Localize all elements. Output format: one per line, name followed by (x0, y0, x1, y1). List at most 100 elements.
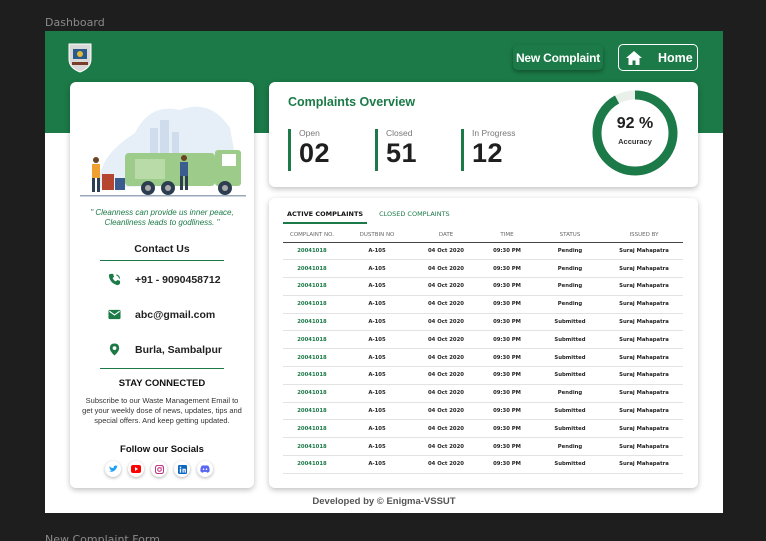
time-cell: 09:30 PM (479, 366, 535, 385)
phone-number: +91 - 9090458712 (135, 273, 221, 286)
complaint-no-cell[interactable]: 20041018 (283, 348, 341, 368)
time-cell: 09:30 PM (479, 402, 535, 421)
table-row[interactable]: 20041018 A-105 04 Oct 2020 09:30 PM Submitte… (283, 402, 683, 421)
email-address: abc@gmail.com (135, 308, 216, 321)
cleanliness-quote: " Cleanness can provide us inner peace, … (90, 208, 234, 227)
dashboard-artboard: New Complaint Home " Cleanness can provi… (45, 31, 723, 513)
tab-active-complaints[interactable]: ACTIVE COMPLAINTS (283, 208, 368, 224)
info-card: " Cleanness can provide us inner peace, … (70, 82, 254, 488)
email-row[interactable]: abc@gmail.com (108, 308, 215, 321)
frame-label-new-complaint-form: New Complaint Form (45, 533, 160, 541)
time-cell: 09:30 PM (479, 330, 535, 350)
closed-count: 51 (386, 138, 418, 168)
complaint-no-cell[interactable]: 20041018 (283, 313, 341, 332)
complaint-no-cell[interactable]: 20041018 (283, 277, 341, 296)
complaint-no-cell[interactable]: 20041018 (283, 402, 341, 421)
dustbin-no-cell: A-105 (341, 366, 413, 385)
table-row[interactable]: 20041018 A-105 04 Oct 2020 09:30 PM Pending S… (283, 259, 683, 279)
in-progress-label: In Progress (472, 128, 516, 138)
issued-by-cell: Suraj Mahapatra (605, 313, 683, 332)
issued-by-cell: Suraj Mahapatra (605, 348, 683, 368)
location-row[interactable]: Burla, Sambalpur (108, 343, 222, 356)
tab-closed-complaints[interactable]: CLOSED COMPLAINTS (375, 208, 454, 224)
complaint-no-cell[interactable]: 20041018 (283, 366, 341, 385)
issued-by-cell: Suraj Mahapatra (605, 384, 683, 403)
complaint-no-cell[interactable]: 20041018 (283, 259, 341, 279)
phone-row[interactable]: +91 - 9090458712 (108, 273, 221, 286)
dustbin-no-cell: A-105 (341, 402, 413, 421)
table-row[interactable]: 20041018 A-105 04 Oct 2020 09:30 PM Submitte… (283, 366, 683, 385)
table-row[interactable]: 20041018 A-105 04 Oct 2020 09:30 PM Submitte… (283, 419, 683, 439)
table-row[interactable]: 20041018 A-105 04 Oct 2020 09:30 PM Pending S… (283, 295, 683, 314)
complaint-no-cell[interactable]: 20041018 (283, 242, 341, 261)
time-cell: 09:30 PM (479, 295, 535, 314)
table-row[interactable]: 20041018 A-105 04 Oct 2020 09:30 PM Submitte… (283, 455, 683, 474)
table-row[interactable]: 20041018 A-105 04 Oct 2020 09:30 PM Submitte… (283, 313, 683, 332)
dustbin-no-cell: A-105 (341, 313, 413, 332)
time-cell: 09:30 PM (479, 419, 535, 439)
dustbin-no-cell: A-105 (341, 455, 413, 474)
column-header[interactable]: STATUS (535, 228, 605, 243)
status-cell: Pending (535, 242, 605, 261)
location-text: Burla, Sambalpur (135, 343, 222, 356)
issued-by-cell: Suraj Mahapatra (605, 437, 683, 457)
date-cell: 04 Oct 2020 (413, 384, 479, 403)
location-pin-icon (109, 343, 120, 356)
youtube-icon[interactable] (128, 461, 144, 477)
complaint-no-cell[interactable]: 20041018 (283, 384, 341, 403)
time-cell: 09:30 PM (479, 348, 535, 368)
subscribe-text: Subscribe to our Waste Management Email … (82, 396, 242, 425)
garbage-truck-illustration (80, 106, 246, 197)
table-row[interactable]: 20041018 A-105 04 Oct 2020 09:30 PM Pending S… (283, 242, 683, 261)
date-cell: 04 Oct 2020 (413, 242, 479, 261)
date-cell: 04 Oct 2020 (413, 455, 479, 474)
divider (100, 368, 224, 369)
column-header[interactable]: TIME (479, 228, 535, 243)
status-cell: Pending (535, 277, 605, 296)
university-logo-icon[interactable] (65, 41, 95, 73)
issued-by-cell: Suraj Mahapatra (605, 259, 683, 279)
open-label: Open (299, 128, 320, 138)
status-cell: Submitted (535, 366, 605, 385)
new-complaint-button[interactable]: New Complaint (513, 45, 603, 70)
complaint-no-cell[interactable]: 20041018 (283, 455, 341, 474)
overview-title: Complaints Overview (288, 95, 416, 109)
time-cell: 09:30 PM (479, 437, 535, 457)
table-row[interactable]: 20041018 A-105 04 Oct 2020 09:30 PM Pending S… (283, 277, 683, 296)
table-row[interactable]: 20041018 A-105 04 Oct 2020 09:30 PM Pending S… (283, 384, 683, 403)
accuracy-gauge-arc (592, 90, 678, 176)
status-cell: Submitted (535, 348, 605, 368)
accuracy-gauge (592, 90, 678, 176)
status-cell: Submitted (535, 419, 605, 439)
time-cell: 09:30 PM (479, 455, 535, 474)
discord-icon[interactable] (197, 461, 213, 477)
open-stat: Open 02 (288, 128, 330, 171)
dustbin-no-cell: A-105 (341, 242, 413, 261)
time-cell: 09:30 PM (479, 313, 535, 332)
date-cell: 04 Oct 2020 (413, 313, 479, 332)
date-cell: 04 Oct 2020 (413, 348, 479, 368)
complaint-no-cell[interactable]: 20041018 (283, 330, 341, 350)
home-button[interactable]: Home (618, 44, 698, 71)
complaint-no-cell[interactable]: 20041018 (283, 419, 341, 439)
complaint-no-cell[interactable]: 20041018 (283, 295, 341, 314)
linkedin-icon[interactable] (174, 461, 190, 477)
table-row[interactable]: 20041018 A-105 04 Oct 2020 09:30 PM Submitte… (283, 330, 683, 350)
column-header[interactable]: DUSTBIN NO (341, 228, 413, 243)
table-row[interactable]: 20041018 A-105 04 Oct 2020 09:30 PM Submitte… (283, 348, 683, 368)
issued-by-cell: Suraj Mahapatra (605, 277, 683, 296)
table-row[interactable]: 20041018 A-105 04 Oct 2020 09:30 PM Pending S… (283, 437, 683, 457)
instagram-icon[interactable] (151, 461, 167, 477)
date-cell: 04 Oct 2020 (413, 366, 479, 385)
complaint-no-cell[interactable]: 20041018 (283, 437, 341, 457)
time-cell: 09:30 PM (479, 242, 535, 261)
column-header[interactable]: COMPLAINT NO. (283, 228, 341, 243)
date-cell: 04 Oct 2020 (413, 277, 479, 296)
twitter-icon[interactable] (105, 461, 121, 477)
home-icon (626, 50, 642, 65)
dustbin-no-cell: A-105 (341, 330, 413, 350)
column-header[interactable]: DATE (413, 228, 479, 243)
status-cell: Pending (535, 259, 605, 279)
column-header[interactable]: ISSUED BY (605, 228, 683, 243)
status-cell: Submitted (535, 330, 605, 350)
